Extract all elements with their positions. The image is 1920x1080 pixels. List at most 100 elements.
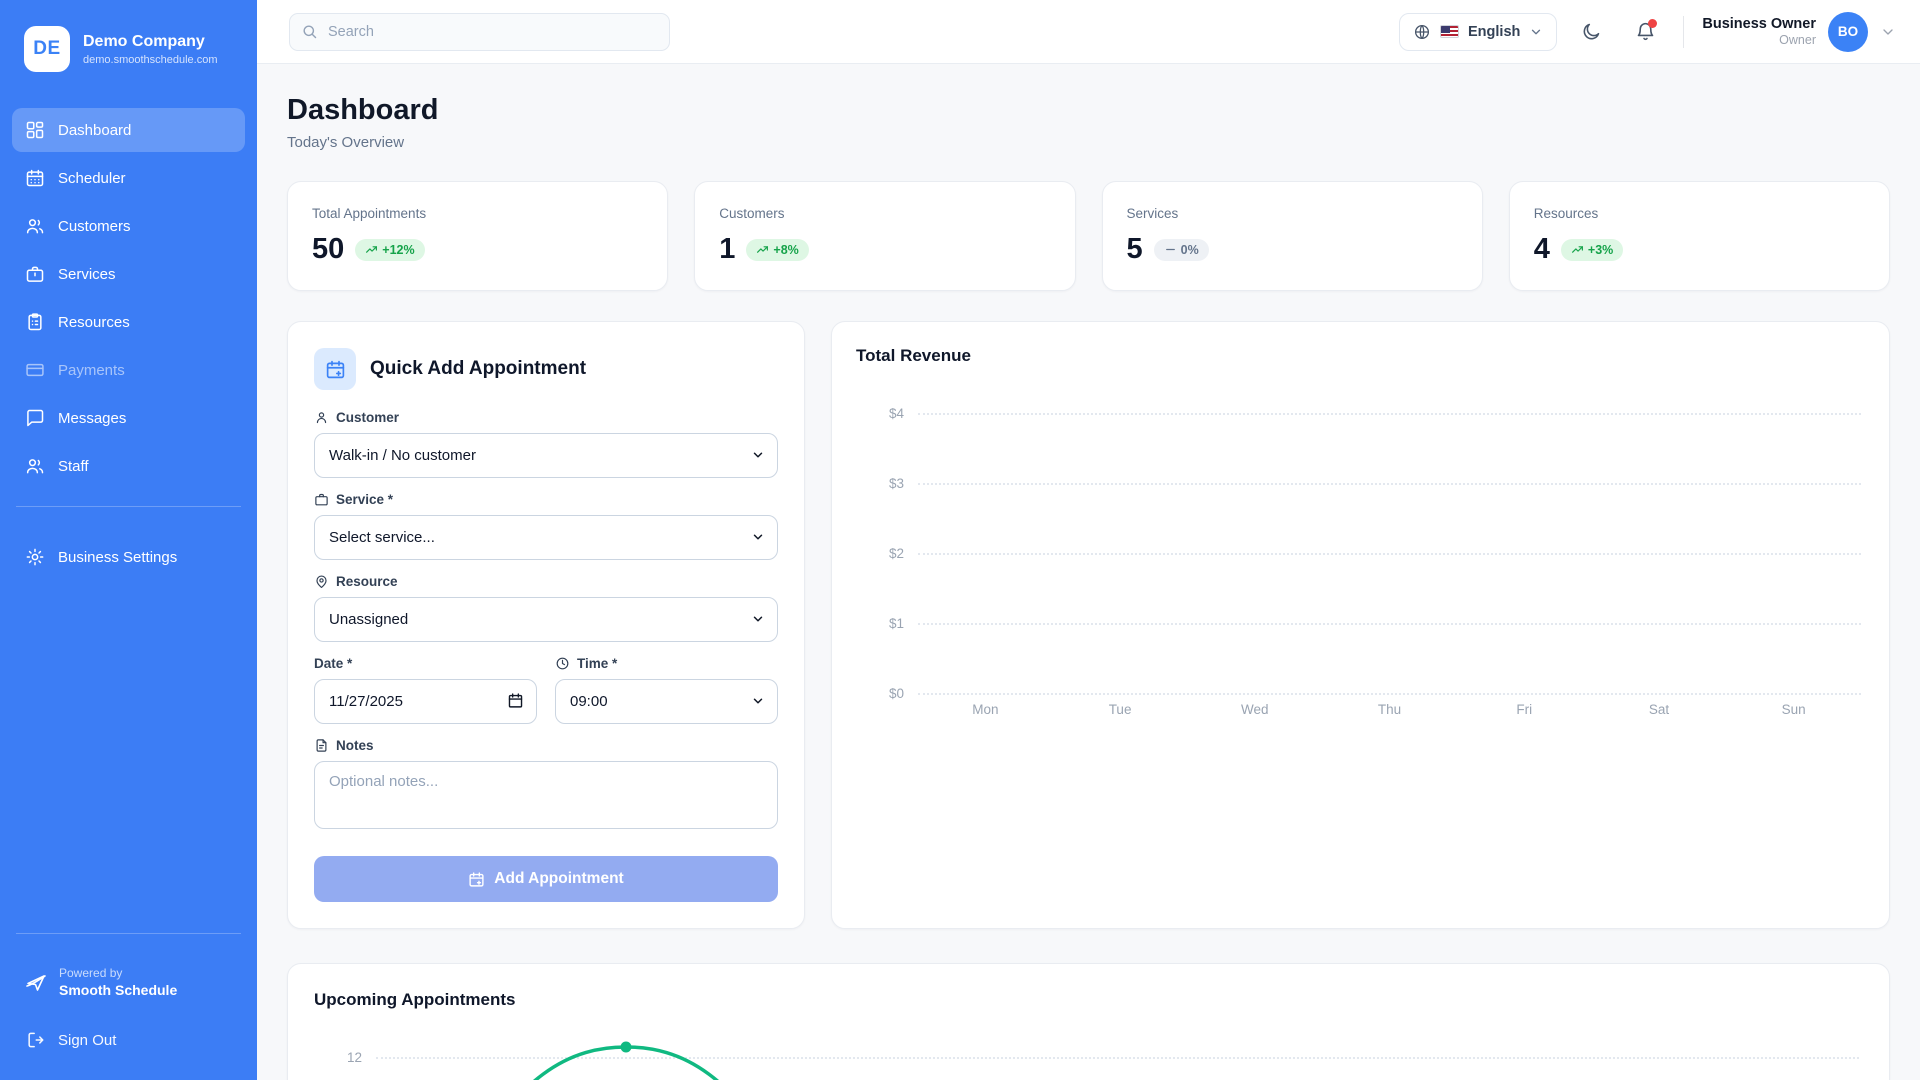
sidebar-item-label: Scheduler [58, 170, 126, 187]
user-menu[interactable]: Business Owner Owner BO [1702, 12, 1896, 52]
gridline [918, 483, 1861, 485]
stat-delta-badge: +3% [1561, 239, 1623, 261]
total-revenue-card: Total Revenue $4 $3 $2 $1 [831, 321, 1890, 929]
powered-by-brand: Smooth Schedule [59, 982, 177, 998]
sidebar-divider [16, 506, 241, 507]
data-point-marker [621, 1042, 632, 1053]
sign-out-button[interactable]: Sign Out [12, 1018, 245, 1062]
chat-bubble-icon [25, 408, 45, 428]
theme-toggle-button[interactable] [1571, 12, 1611, 52]
stat-delta-badge: +12% [355, 239, 424, 261]
gridline-row: $3 [856, 476, 1861, 491]
sidebar-item-business-settings[interactable]: Business Settings [12, 535, 245, 579]
sidebar-item-payments[interactable]: Payments [12, 348, 245, 392]
customer-select[interactable]: Walk-in / No customer [314, 433, 778, 478]
stat-value-row: 4 +3% [1534, 233, 1865, 266]
stat-card-total-appointments: Total Appointments 50 +12% [287, 181, 668, 291]
notes-textarea[interactable] [314, 761, 778, 829]
stat-value-row: 1 +8% [719, 233, 1050, 266]
briefcase-icon [314, 492, 329, 507]
stat-delta: +3% [1588, 243, 1613, 257]
service-select-wrap: Select service... [314, 515, 778, 560]
resource-select[interactable]: Unassigned [314, 597, 778, 642]
moon-icon [1581, 21, 1602, 42]
users-icon [25, 216, 45, 236]
quick-add-title: Quick Add Appointment [370, 358, 586, 380]
revenue-chart-title: Total Revenue [856, 346, 1865, 366]
customer-select-wrap: Walk-in / No customer [314, 433, 778, 478]
stat-card-resources: Resources 4 +3% [1509, 181, 1890, 291]
gridline-row: $1 [856, 616, 1861, 631]
notifications-button[interactable] [1625, 12, 1665, 52]
trend-up-icon [756, 243, 769, 256]
powered-by: Powered by Smooth Schedule [0, 948, 257, 1004]
sidebar-item-dashboard[interactable]: Dashboard [12, 108, 245, 152]
page-title: Dashboard [287, 94, 1890, 127]
sidebar-item-label: Business Settings [58, 549, 177, 566]
x-axis-labels: Mon Tue Wed Thu Fri Sat Sun [918, 702, 1861, 717]
sign-out-label: Sign Out [58, 1032, 116, 1049]
company-name: Demo Company [83, 32, 218, 51]
search [289, 13, 670, 51]
stat-label: Resources [1534, 206, 1865, 221]
x-tick-label: Tue [1053, 702, 1188, 717]
page-subtitle: Today's Overview [287, 134, 1890, 151]
gridline [918, 553, 1861, 555]
sidebar-item-label: Payments [58, 362, 125, 379]
add-appointment-button[interactable]: Add Appointment [314, 856, 778, 902]
date-field-label: Date * [314, 656, 537, 671]
sidebar-item-label: Resources [58, 314, 130, 331]
sidebar-item-customers[interactable]: Customers [12, 204, 245, 248]
stat-label: Total Appointments [312, 206, 643, 221]
minus-icon [1164, 243, 1177, 256]
date-input[interactable] [314, 679, 537, 724]
gridline-row: $0 [856, 686, 1861, 701]
stat-value: 50 [312, 233, 344, 266]
page-content: Dashboard Today's Overview Total Appoint… [257, 64, 1920, 1080]
field-label-text: Resource [336, 574, 398, 589]
gridline [918, 693, 1861, 695]
stats-row: Total Appointments 50 +12% Customers 1 +… [287, 181, 1890, 291]
topbar: English Business Owner [257, 0, 1920, 64]
x-tick-label: Thu [1322, 702, 1457, 717]
appointments-line-series [314, 1026, 1813, 1080]
company-info: Demo Company demo.smoothschedule.com [83, 32, 218, 66]
sidebar-item-resources[interactable]: Resources [12, 300, 245, 344]
sidebar-item-services[interactable]: Services [12, 252, 245, 296]
time-select-wrap: 09:00 [555, 679, 778, 724]
sidebar-item-messages[interactable]: Messages [12, 396, 245, 440]
search-input[interactable] [289, 13, 670, 51]
language-label: English [1468, 24, 1520, 40]
field-label-text: Customer [336, 410, 399, 425]
calendar-icon [25, 168, 45, 188]
gridline-row: $4 [856, 406, 1861, 421]
service-select[interactable]: Select service... [314, 515, 778, 560]
x-tick-label: Sat [1592, 702, 1727, 717]
quick-add-appointment-card: Quick Add Appointment Customer Walk-in /… [287, 321, 805, 929]
sidebar-settings-nav: Business Settings [0, 535, 257, 583]
avatar: BO [1828, 12, 1868, 52]
sidebar-item-label: Services [58, 266, 116, 283]
sidebar-item-scheduler[interactable]: Scheduler [12, 156, 245, 200]
chevron-down-icon [1880, 24, 1896, 40]
search-icon [301, 23, 318, 40]
resource-field-label: Resource [314, 574, 778, 589]
x-tick-label: Fri [1457, 702, 1592, 717]
sidebar-item-label: Dashboard [58, 122, 131, 139]
powered-by-text: Powered by Smooth Schedule [59, 966, 177, 998]
notification-unread-dot [1648, 19, 1657, 28]
stat-card-customers: Customers 1 +8% [694, 181, 1075, 291]
stat-value: 4 [1534, 233, 1550, 266]
stat-label: Services [1127, 206, 1458, 221]
gridline [918, 623, 1861, 625]
time-select[interactable]: 09:00 [555, 679, 778, 724]
y-tick-label: $2 [856, 546, 904, 561]
x-tick-label: Mon [918, 702, 1053, 717]
sidebar-item-staff[interactable]: Staff [12, 444, 245, 488]
resource-select-wrap: Unassigned [314, 597, 778, 642]
sidebar-item-label: Staff [58, 458, 89, 475]
sidebar-nav: Dashboard Scheduler Customers Services R… [0, 108, 257, 492]
second-row: Quick Add Appointment Customer Walk-in /… [287, 321, 1890, 929]
chevron-down-icon [1529, 25, 1543, 39]
language-selector[interactable]: English [1399, 13, 1557, 51]
